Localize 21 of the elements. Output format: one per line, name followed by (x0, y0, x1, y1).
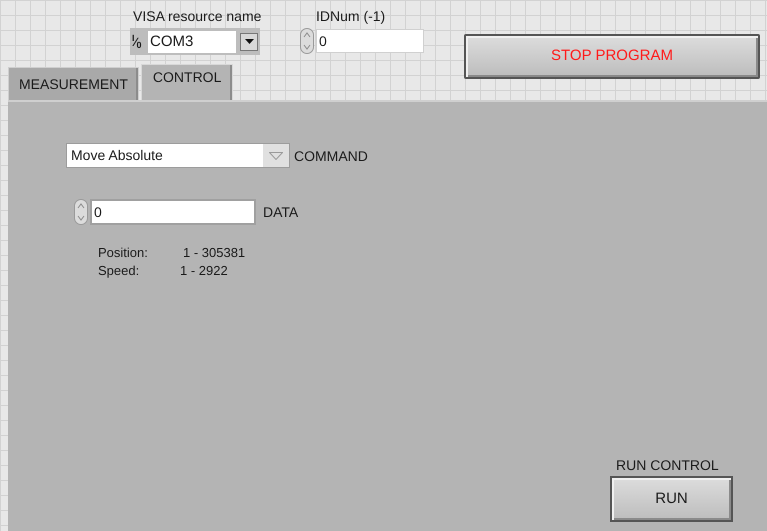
numeric-field[interactable]: 0 (316, 29, 424, 53)
range-label: Position: (98, 244, 148, 262)
visa-resource-dropdown[interactable]: $^{I}$⁄$_{0}$ COM3 (130, 28, 260, 55)
range-value: 1 - 2922 (180, 262, 228, 280)
dropdown-value: COM3 (148, 30, 236, 52)
range-value: 1 - 305381 (183, 244, 246, 262)
dropdown-value: Move Absolute (70, 146, 164, 165)
numeric-field[interactable]: 0 (90, 199, 256, 225)
tab[interactable]: CONTROL (140, 64, 234, 102)
range-label: Speed: (98, 262, 140, 280)
spinner-arrows-icon[interactable] (74, 199, 88, 225)
command-dropdown[interactable]: Move Absolute (66, 143, 290, 168)
spinner-arrows-icon[interactable] (300, 28, 314, 54)
control-label: RUN CONTROL (616, 456, 719, 475)
run-button[interactable]: RUN (610, 476, 733, 522)
control-label: COMMAND (294, 147, 368, 166)
control-label: DATA (263, 203, 298, 222)
tab[interactable]: MEASUREMENT (8, 67, 139, 101)
control-label: IDNum (-1) (316, 7, 386, 26)
control-label: VISA resource name (133, 7, 262, 26)
io-prefix: $^{I}$⁄$_{0}$ (132, 36, 143, 48)
